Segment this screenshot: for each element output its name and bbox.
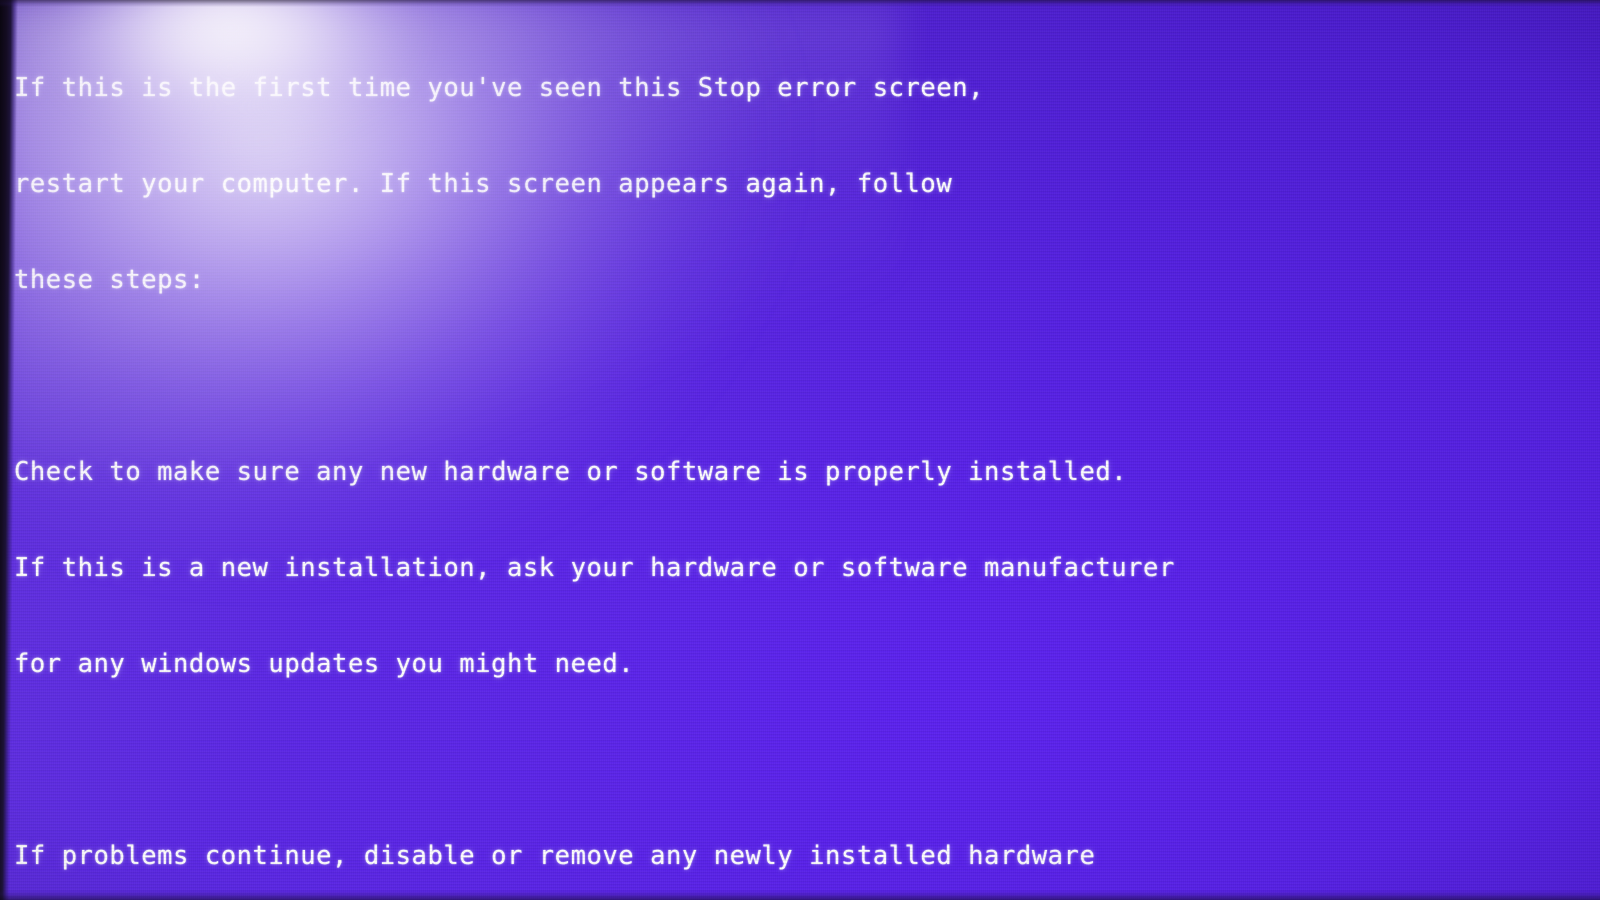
bsod-blue-background — [0, 0, 1600, 900]
photographed-monitor-screen: If this is the first time you've seen th… — [0, 0, 1600, 900]
